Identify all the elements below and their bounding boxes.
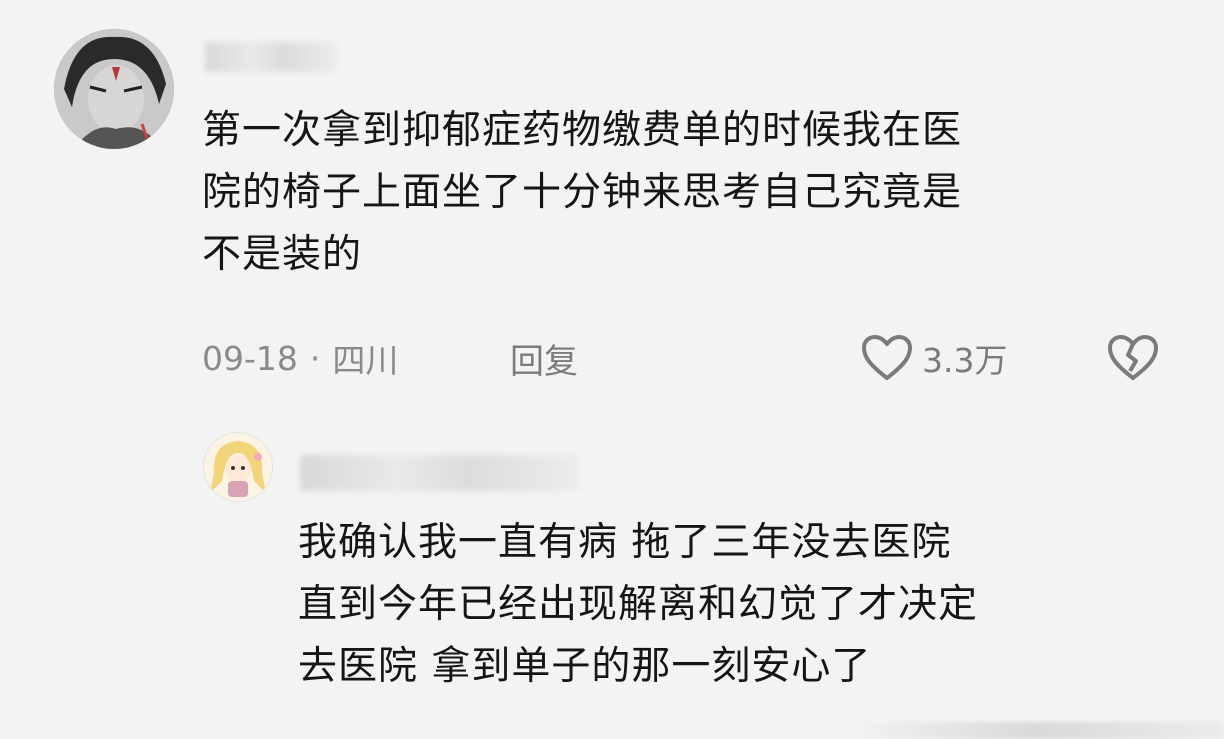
reply-text-line: 直到今年已经出现解离和幻觉了才决定 (298, 582, 979, 627)
reply-text-line: 去医院 拿到单子的那一刻安心了 (298, 644, 872, 689)
comment-meta: 09-18 · 四川 (202, 333, 398, 383)
cropped-content-edge (850, 722, 1224, 739)
comment-thread: 第一次拿到抑郁症药物缴费单的时候我在医 院的椅子上面坐了十分钟来思考自己究竟是 … (0, 0, 1224, 739)
comment-text: 第一次拿到抑郁症药物缴费单的时候我在医 院的椅子上面坐了十分钟来思考自己究竟是 … (202, 100, 1162, 286)
reply-button[interactable]: 回复 (510, 333, 578, 383)
reply-text-line: 我确认我一直有病 拖了三年没去医院 (298, 520, 952, 565)
replier-username-blurred[interactable] (300, 455, 580, 491)
comment-text-line: 院的椅子上面坐了十分钟来思考自己究竟是 (202, 170, 963, 215)
comment-location: 四川 (332, 341, 399, 380)
like-count: 3.3万 (922, 341, 1008, 380)
broken-heart-icon (1108, 335, 1158, 380)
like-button[interactable]: 3.3万 (860, 330, 1007, 386)
anime-character-avatar-icon (54, 29, 174, 149)
meta-separator: · (309, 338, 321, 378)
comment-text-line: 不是装的 (202, 232, 363, 277)
dislike-button[interactable] (1105, 330, 1161, 386)
replier-avatar[interactable] (203, 432, 273, 502)
commenter-username-blurred[interactable] (205, 42, 337, 72)
comment-text-line: 第一次拿到抑郁症药物缴费单的时候我在医 (202, 108, 963, 153)
comment-date: 09-18 (202, 338, 298, 378)
anime-girl-avatar-icon (204, 433, 272, 501)
reply-text: 我确认我一直有病 拖了三年没去医院 直到今年已经出现解离和幻觉了才决定 去医院 … (298, 512, 1178, 698)
heart-outline-icon (862, 335, 912, 380)
commenter-avatar[interactable] (54, 29, 174, 149)
